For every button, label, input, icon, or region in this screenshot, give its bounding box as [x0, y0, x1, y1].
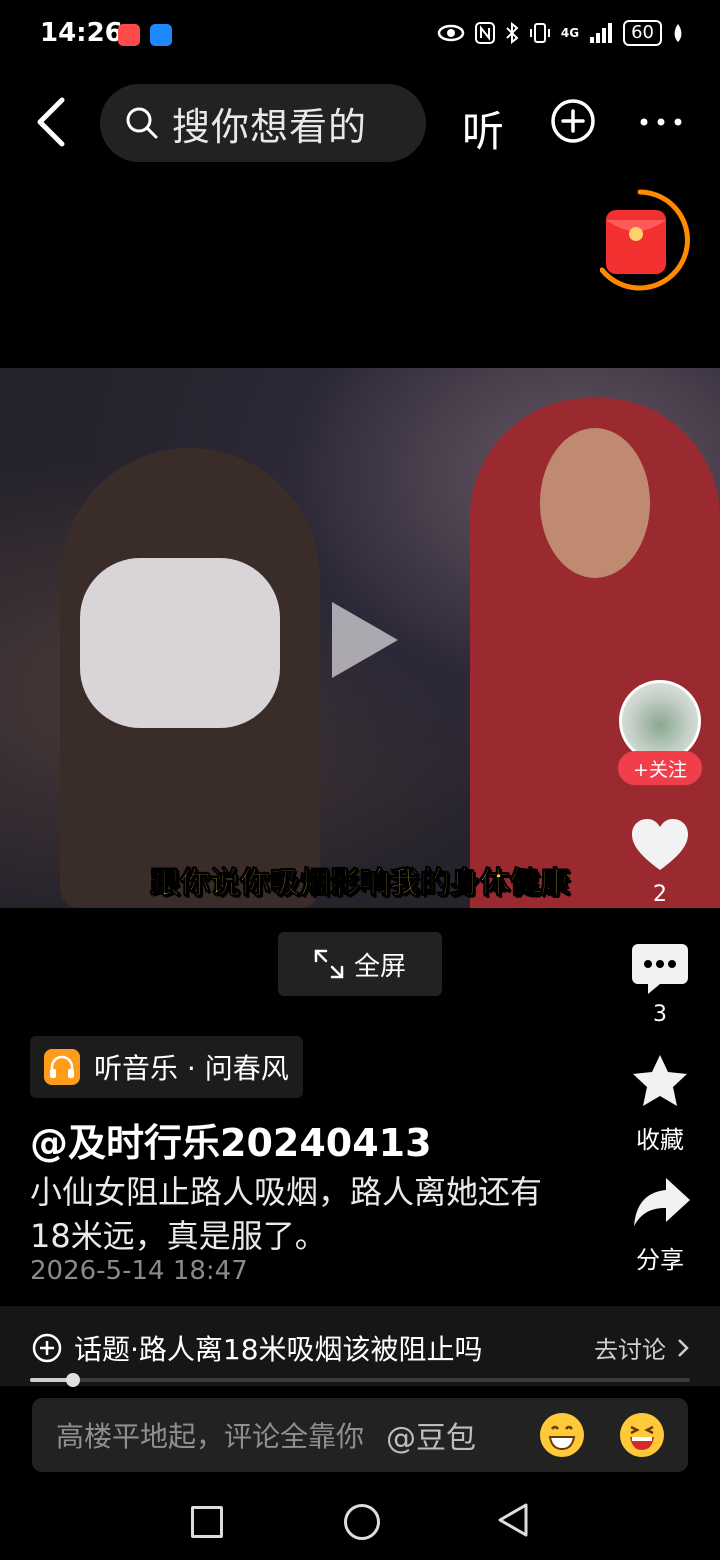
red-packet-icon[interactable]	[600, 188, 690, 292]
post-date: 2026-5-14 18:47	[30, 1256, 248, 1286]
video-progress-track[interactable]	[30, 1378, 690, 1382]
listen-button[interactable]: 听	[462, 98, 504, 159]
video-progress-handle[interactable]	[66, 1373, 80, 1387]
music-label: 听音乐 · 问春风	[94, 1052, 289, 1085]
music-tag[interactable]: 听音乐 · 问春风	[30, 1036, 303, 1098]
chevron-right-icon	[678, 1338, 689, 1357]
back-icon[interactable]	[28, 92, 78, 152]
topic-label: 话题·路人离18米吸烟该被阻止吗	[74, 1333, 483, 1366]
leaf-icon	[674, 24, 682, 42]
video-frame-mask	[80, 558, 280, 728]
star-icon[interactable]	[630, 1052, 690, 1112]
bluetooth-icon	[506, 22, 519, 44]
notification-app-icon	[118, 24, 140, 46]
signal-icon	[590, 23, 613, 43]
nfc-icon	[474, 22, 495, 44]
comment-placeholder: 高楼平地起，评论全靠你	[56, 1420, 365, 1453]
add-icon[interactable]	[550, 98, 596, 144]
search-icon	[126, 107, 158, 139]
favorite-label: 收藏	[636, 1126, 684, 1154]
network-type: 4G	[560, 26, 580, 40]
recent-apps-button[interactable]	[191, 1506, 223, 1538]
search-bar[interactable]: 搜你想看的	[100, 84, 426, 162]
post-caption: 小仙女阻止路人吸烟，路人离她还有18米远，真是服了。	[30, 1173, 543, 1255]
comment-icon[interactable]	[630, 940, 690, 1000]
battery-level: 60	[623, 20, 662, 46]
more-icon[interactable]	[638, 114, 684, 130]
fullscreen-button[interactable]: 全屏	[278, 932, 442, 996]
plus-circle-icon	[32, 1333, 62, 1363]
laugh-emoji-icon[interactable]	[620, 1413, 664, 1457]
expand-icon	[314, 949, 344, 979]
topic-link[interactable]: 话题·路人离18米吸烟该被阻止吗	[32, 1328, 483, 1368]
search-placeholder: 搜你想看的	[172, 104, 368, 149]
headphones-icon	[44, 1049, 80, 1085]
comment-count: 3	[653, 1002, 667, 1027]
nav-back-icon[interactable]	[496, 1502, 530, 1538]
status-indicators: 4G 60	[437, 20, 684, 46]
vibrate-icon	[529, 23, 550, 43]
grin-emoji-icon[interactable]	[540, 1413, 584, 1457]
status-time: 14:26	[40, 18, 123, 48]
play-icon[interactable]	[330, 600, 400, 680]
like-icon[interactable]	[630, 816, 690, 876]
follow-button[interactable]: +关注	[618, 751, 702, 785]
share-label: 分享	[636, 1246, 684, 1274]
author-name[interactable]: @及时行乐20240413	[30, 1112, 432, 1167]
fullscreen-label: 全屏	[353, 951, 406, 982]
discuss-label: 去讨论	[594, 1336, 666, 1364]
like-count: 2	[653, 882, 667, 907]
eye-icon	[437, 24, 465, 42]
video-subtitle: 跟你说你吸烟影响我的身体健康	[150, 866, 571, 902]
shield-app-icon	[150, 24, 172, 46]
author-avatar[interactable]	[619, 680, 701, 762]
comment-input[interactable]: 高楼平地起，评论全靠你 @豆包	[32, 1398, 688, 1472]
home-button[interactable]	[344, 1504, 380, 1540]
mention-button[interactable]: @豆包	[386, 1413, 476, 1457]
discuss-link[interactable]: 去讨论	[594, 1330, 690, 1365]
video-frame-face	[540, 428, 650, 578]
share-icon[interactable]	[632, 1174, 692, 1234]
